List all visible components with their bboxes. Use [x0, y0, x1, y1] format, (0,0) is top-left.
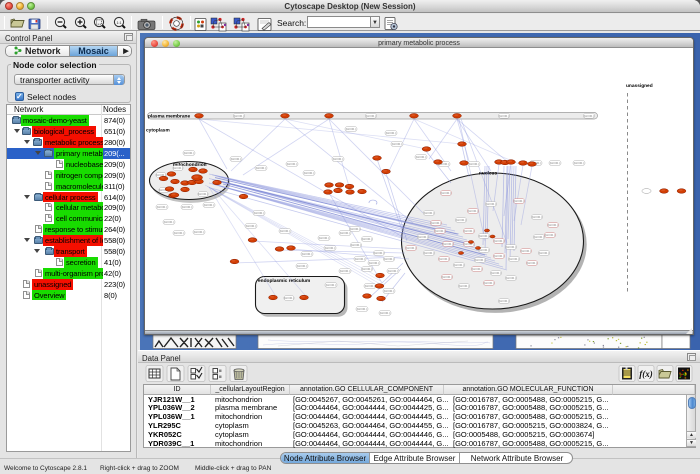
svg-text:[GO:00..]: [GO:00..]	[506, 276, 517, 280]
svg-text:[GO:00..]: [GO:00..]	[494, 254, 505, 258]
svg-text:[GO:00..]: [GO:00..]	[362, 267, 373, 271]
svg-text:[GO:00..]: [GO:00..]	[297, 264, 308, 268]
svg-text:[GO:00..]: [GO:00..]	[194, 230, 205, 234]
svg-text:[GO:00..]: [GO:00..]	[499, 299, 510, 303]
svg-text:[GO:00..]: [GO:00..]	[442, 275, 453, 279]
svg-text:[GO:00..]: [GO:00..]	[574, 161, 585, 165]
svg-text:[GO:00..]: [GO:00..]	[355, 257, 366, 261]
svg-text:[GO:00..]: [GO:00..]	[472, 267, 483, 271]
svg-text:[GO:00..]: [GO:00..]	[584, 114, 595, 118]
svg-text:[GO:00..]: [GO:00..]	[304, 171, 315, 175]
svg-text:[GO:00..]: [GO:00..]	[494, 239, 505, 243]
svg-text:[GO:00..]: [GO:00..]	[475, 258, 486, 262]
svg-text:[GO:00..]: [GO:00..]	[365, 284, 376, 288]
svg-text:[GO:00..]: [GO:00..]	[182, 205, 193, 209]
svg-text:[GO:00..]: [GO:00..]	[287, 162, 298, 166]
svg-text:[GO:00..]: [GO:00..]	[384, 257, 395, 261]
svg-text:[GO:00..]: [GO:00..]	[521, 249, 532, 253]
svg-text:[GO:00..]: [GO:00..]	[469, 162, 480, 166]
svg-text:[GO:00..]: [GO:00..]	[362, 237, 373, 241]
svg-text:[GO:00..]: [GO:00..]	[198, 192, 209, 196]
svg-text:f(x): f(x)	[639, 369, 653, 379]
svg-text:1:1: 1:1	[117, 21, 122, 25]
svg-text:[GO:00..]: [GO:00..]	[486, 202, 497, 206]
svg-text:plasma membrane: plasma membrane	[148, 113, 190, 119]
svg-text:[GO:00..]: [GO:00..]	[418, 235, 429, 239]
svg-text:[GO:00..]: [GO:00..]	[284, 296, 295, 300]
svg-text:[GO:00..]: [GO:00..]	[431, 221, 442, 225]
svg-text:[GO:00..]: [GO:00..]	[406, 246, 417, 250]
svg-text:[GO:00..]: [GO:00..]	[479, 234, 490, 238]
svg-text:[GO:00..]: [GO:00..]	[416, 155, 427, 159]
svg-text:[GO:00..]: [GO:00..]	[369, 261, 380, 265]
svg-text:[GO:00..]: [GO:00..]	[325, 246, 336, 250]
svg-text:[GO:00..]: [GO:00..]	[527, 261, 538, 265]
svg-text:[GO:00..]: [GO:00..]	[459, 284, 470, 288]
svg-text:[GO:00..]: [GO:00..]	[184, 151, 195, 155]
svg-text:[GO:00..]: [GO:00..]	[392, 142, 403, 146]
svg-text:[GO:00..]: [GO:00..]	[157, 205, 168, 209]
svg-text:[GO:00..]: [GO:00..]	[246, 224, 257, 228]
svg-text:[GO:00..]: [GO:00..]	[424, 211, 435, 215]
svg-text:[GO:00..]: [GO:00..]	[506, 245, 517, 249]
svg-text:[GO:00..]: [GO:00..]	[164, 220, 175, 224]
svg-text:[GO:00..]: [GO:00..]	[340, 269, 351, 273]
svg-text:[GO:00..]: [GO:00..]	[256, 166, 267, 170]
svg-text:[GO:00..]: [GO:00..]	[532, 215, 543, 219]
svg-text:[GO:00..]: [GO:00..]	[509, 257, 520, 261]
svg-text:[GO:00..]: [GO:00..]	[302, 252, 313, 256]
svg-text:[GO:00..]: [GO:00..]	[231, 157, 242, 161]
svg-text:[GO:00..]: [GO:00..]	[499, 114, 510, 118]
svg-text:[GO:00..]: [GO:00..]	[435, 229, 446, 233]
svg-text:[GO:00..]: [GO:00..]	[366, 114, 377, 118]
svg-text:[GO:00..]: [GO:00..]	[340, 231, 351, 235]
svg-text:[GO:00..]: [GO:00..]	[388, 269, 399, 273]
svg-text:[GO:00..]: [GO:00..]	[350, 227, 361, 231]
svg-text:[GO:00..]: [GO:00..]	[386, 131, 397, 135]
svg-text:[GO:00..]: [GO:00..]	[384, 289, 395, 293]
svg-text:[GO:00..]: [GO:00..]	[443, 242, 454, 246]
svg-text:[GO:00..]: [GO:00..]	[346, 127, 357, 131]
svg-text:[GO:00..]: [GO:00..]	[491, 271, 502, 275]
svg-text:[GO:00..]: [GO:00..]	[333, 157, 344, 161]
svg-text:cytoplasm: cytoplasm	[146, 128, 170, 134]
svg-text:[GO:00..]: [GO:00..]	[173, 166, 184, 170]
svg-text:[GO:00..]: [GO:00..]	[534, 235, 545, 239]
svg-text:[GO:00..]: [GO:00..]	[326, 283, 337, 287]
svg-text:[GO:00..]: [GO:00..]	[319, 236, 330, 240]
svg-text:[GO:00..]: [GO:00..]	[380, 311, 391, 315]
svg-text:[GO:00..]: [GO:00..]	[424, 251, 435, 255]
svg-text:[GO:00..]: [GO:00..]	[456, 218, 467, 222]
svg-text:[GO:00..]: [GO:00..]	[441, 191, 452, 195]
svg-text:[GO:00..]: [GO:00..]	[280, 229, 291, 233]
svg-text:unassigned: unassigned	[626, 83, 653, 89]
svg-text:[GO:00..]: [GO:00..]	[374, 251, 385, 255]
svg-text:endoplasmic reticulum: endoplasmic reticulum	[258, 278, 310, 284]
svg-text:[GO:00..]: [GO:00..]	[439, 257, 450, 261]
svg-text:[GO:00..]: [GO:00..]	[514, 199, 525, 203]
svg-text:[GO:00..]: [GO:00..]	[548, 223, 559, 227]
svg-text:[GO:00..]: [GO:00..]	[174, 231, 185, 235]
svg-text:[GO:00..]: [GO:00..]	[545, 233, 556, 237]
svg-text:[GO:00..]: [GO:00..]	[454, 263, 465, 267]
svg-text:[GO:00..]: [GO:00..]	[234, 114, 245, 118]
svg-text:[GO:00..]: [GO:00..]	[468, 209, 479, 213]
svg-text:[GO:00..]: [GO:00..]	[351, 243, 362, 247]
svg-text:[GO:00..]: [GO:00..]	[254, 211, 265, 215]
svg-text:[GO:00..]: [GO:00..]	[539, 251, 550, 255]
svg-text:[GO:00..]: [GO:00..]	[484, 281, 495, 285]
svg-text:[GO:00..]: [GO:00..]	[204, 203, 215, 207]
svg-text:[GO:00..]: [GO:00..]	[357, 307, 368, 311]
svg-text:[GO:00..]: [GO:00..]	[464, 229, 475, 233]
svg-text:[GO:00..]: [GO:00..]	[550, 161, 561, 165]
